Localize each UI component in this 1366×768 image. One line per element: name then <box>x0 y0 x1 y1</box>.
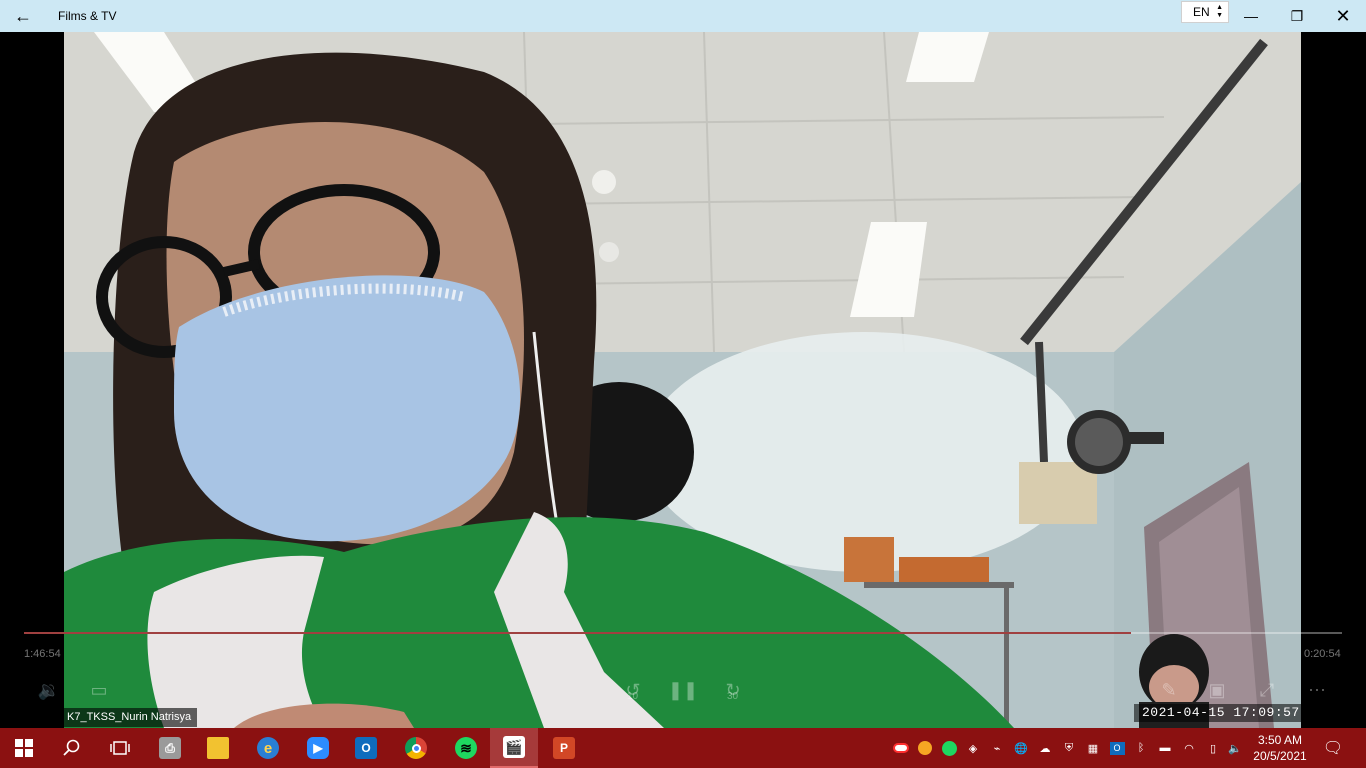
language-label: EN <box>1193 5 1210 19</box>
taskbar-app-zoom[interactable]: ▶ <box>294 728 342 768</box>
skip-back-button[interactable]: ↺ 10 <box>618 677 648 703</box>
pencil-icon: ✎ <box>1161 679 1177 700</box>
clapperboard-icon: 🎬 <box>503 736 525 758</box>
pause-icon: ❚❚ <box>667 679 699 700</box>
taskbar-app-file-explorer[interactable] <box>194 728 242 768</box>
chrome-icon <box>405 737 427 759</box>
tray-cloud-icon[interactable]: ☁ <box>1036 739 1054 757</box>
back-arrow-icon: ← <box>14 5 32 26</box>
minimize-button[interactable]: — <box>1228 0 1274 32</box>
fullscreen-icon: ⤢ <box>1259 679 1275 700</box>
zoom-icon: ▶ <box>307 737 329 759</box>
tray-security-icon[interactable]: ⛨ <box>1060 739 1078 757</box>
close-button[interactable]: ✕ <box>1320 0 1366 32</box>
tray-usb-icon[interactable]: ⌁ <box>988 739 1006 757</box>
more-icon: ⋯ <box>1308 679 1326 700</box>
volume-button[interactable]: 🔉 <box>34 677 64 703</box>
more-options-button[interactable]: ⋯ <box>1302 677 1332 703</box>
folder-icon <box>207 737 229 759</box>
restore-button[interactable]: ❐ <box>1274 0 1320 32</box>
pause-button[interactable]: ❚❚ <box>668 677 698 703</box>
mini-view-button[interactable]: ▣ <box>1202 677 1232 703</box>
clock-date: 20/5/2021 <box>1253 749 1307 763</box>
taskbar-app-fax[interactable]: ⎙ <box>146 728 194 768</box>
battery-icon[interactable]: ▯ <box>1204 739 1222 757</box>
tray-sun-icon[interactable] <box>916 739 934 757</box>
subtitles-icon: ▭ <box>90 679 108 700</box>
tray-dropbox-icon[interactable]: ◈ <box>964 739 982 757</box>
back-button[interactable]: ← <box>0 0 46 32</box>
taskbar-app-powerpoint[interactable]: P <box>540 728 588 768</box>
search-icon <box>63 739 80 756</box>
task-view-icon <box>110 741 130 755</box>
bluetooth-icon[interactable]: ᛒ <box>1132 739 1150 757</box>
spotify-icon: ≋ <box>455 737 477 759</box>
remaining-time: 0:20:54 <box>1304 648 1341 660</box>
windows-icon <box>15 739 33 757</box>
close-icon: ✕ <box>1335 5 1351 26</box>
video-area[interactable]: 1:46:54 0:20:54 🔉 ▭ ↺ 10 ❚❚ ↻ 30 ✎ ▣ ⤢ ⋯ <box>0 32 1366 728</box>
up-down-arrows-icon: ▲ ▼ <box>1216 4 1223 19</box>
minimize-icon: — <box>1244 8 1258 24</box>
language-selector[interactable]: EN ▲ ▼ <box>1181 1 1229 23</box>
tray-globe-icon[interactable]: 🌐 <box>1012 739 1030 757</box>
volume-tray-icon[interactable]: 🔈 <box>1226 739 1244 757</box>
video-scene <box>64 32 1301 728</box>
mini-view-icon: ▣ <box>1208 679 1226 700</box>
fullscreen-button[interactable]: ⤢ <box>1252 677 1282 703</box>
subtitles-button[interactable]: ▭ <box>84 677 114 703</box>
participant-name-tag: K7_TKSS_Nurin Natrisya <box>64 708 198 727</box>
search-button[interactable] <box>48 728 96 768</box>
tray-oracle-icon[interactable] <box>892 739 910 757</box>
skip-forward-button[interactable]: ↻ 30 <box>718 677 748 703</box>
powerpoint-icon: P <box>553 737 575 759</box>
outlook-icon: O <box>355 737 377 759</box>
taskbar-app-outlook[interactable]: O <box>342 728 390 768</box>
tray-monitor-icon[interactable]: ▬ <box>1156 739 1174 757</box>
wifi-icon[interactable]: ◠ <box>1180 739 1198 757</box>
app-title: Films & TV <box>58 9 117 23</box>
volume-icon: 🔉 <box>37 679 61 700</box>
taskbar-app-internet-explorer[interactable]: e <box>244 728 292 768</box>
edit-button[interactable]: ✎ <box>1154 677 1184 703</box>
video-timestamp: 2021-04-15 17:09:57 <box>1134 704 1308 722</box>
ie-icon: e <box>257 737 279 759</box>
notification-icon: 🗨 <box>1322 740 1344 757</box>
task-view-button[interactable] <box>96 728 144 768</box>
action-center-button[interactable]: 🗨 <box>1318 728 1348 768</box>
taskbar: ⎙ e ▶ O ≋ 🎬 P ◈ ⌁ 🌐 ☁ ⛨ ▦ O ᛒ ▬ ◠ ▯ 🔈 3:… <box>0 728 1366 768</box>
tray-app-icon[interactable]: ▦ <box>1084 739 1102 757</box>
tray-spotify-icon[interactable] <box>940 739 958 757</box>
elapsed-time: 1:46:54 <box>24 648 61 660</box>
tray-outlook-icon[interactable]: O <box>1108 739 1126 757</box>
clock-time: 3:50 AM <box>1257 733 1303 747</box>
taskbar-app-films-tv[interactable]: 🎬 <box>490 728 538 768</box>
fax-icon: ⎙ <box>159 737 181 759</box>
skip-forward-label: 30 <box>727 691 739 702</box>
skip-back-label: 10 <box>627 691 639 702</box>
title-bar: ← Films & TV EN ▲ ▼ — ❐ ✕ <box>0 0 1366 32</box>
taskbar-app-spotify[interactable]: ≋ <box>442 728 490 768</box>
clock[interactable]: 3:50 AM 20/5/2021 <box>1250 732 1310 764</box>
restore-icon: ❐ <box>1290 7 1304 24</box>
video-frame[interactable] <box>64 32 1301 728</box>
taskbar-app-chrome[interactable] <box>392 728 440 768</box>
start-button[interactable] <box>0 728 48 768</box>
